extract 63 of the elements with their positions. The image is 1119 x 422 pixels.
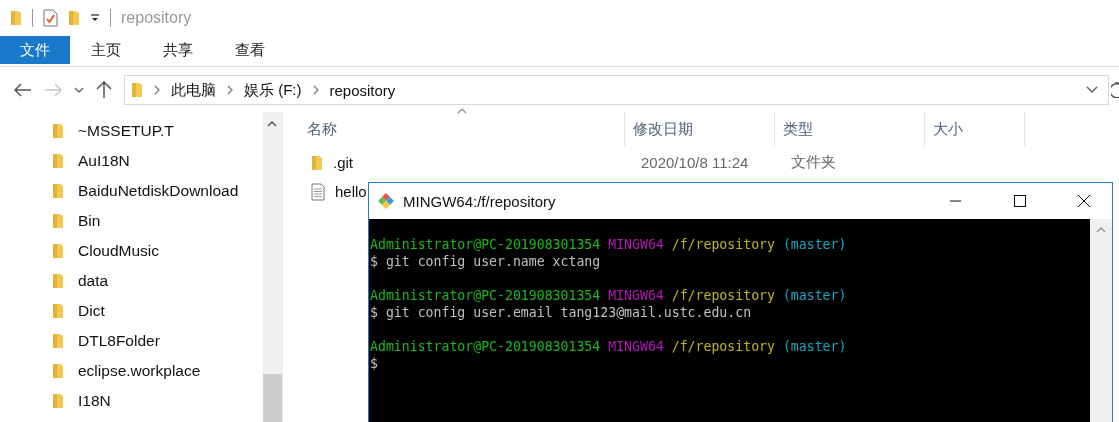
sidebar-item[interactable]: I18N — [0, 386, 263, 416]
folder-icon — [52, 153, 64, 169]
scrollbar[interactable] — [263, 112, 282, 422]
prompt-line: Administrator@PC-201908301354 MINGW64 /f/repository (master) — [370, 236, 848, 253]
column-header[interactable]: 名称 — [299, 112, 625, 146]
folder-icon — [131, 82, 143, 98]
scrollbar-thumb[interactable] — [263, 374, 282, 422]
folder-icon — [311, 154, 323, 171]
folder-icon — [52, 123, 64, 139]
sidebar-item[interactable]: Dict — [0, 296, 263, 326]
sidebar-item[interactable]: ~MSSETUP.T — [0, 116, 263, 146]
git-logo-icon — [377, 192, 395, 210]
close-icon[interactable] — [1078, 195, 1090, 207]
command-line: $ git config user.email tang123@mail.ustc.edu.cn — [370, 304, 753, 321]
folder-icon — [52, 303, 64, 319]
folder-icon — [52, 333, 64, 349]
prompt-line: Administrator@PC-201908301354 MINGW64 /f/repository (master) — [370, 338, 848, 355]
file-name[interactable]: hello — [335, 183, 367, 200]
window-title: repository — [121, 9, 192, 27]
sidebar-item[interactable]: AuI18N — [0, 146, 263, 176]
address-bar[interactable]: 此电脑 娱乐 (F:) repository — [124, 75, 1109, 105]
ribbon-tab[interactable]: 共享 — [142, 36, 214, 64]
sidebar-item[interactable]: eclipse.workplace — [0, 356, 263, 386]
terminal-title: MINGW64:/f/repository — [403, 192, 556, 210]
prompt-line: Administrator@PC-201908301354 MINGW64 /f/repository (master) — [370, 287, 848, 304]
command-line: $ git config user.name xctang — [370, 253, 602, 270]
folder-icon — [52, 213, 64, 229]
chevron-right-icon — [227, 85, 233, 95]
maximize-icon[interactable] — [1014, 195, 1026, 207]
sidebar-item[interactable]: DTL8Folder — [0, 326, 263, 356]
up-arrow-icon[interactable] — [96, 81, 112, 99]
scroll-up-icon[interactable] — [267, 121, 277, 127]
chevron-down-icon[interactable] — [1086, 86, 1098, 94]
ribbon-tab[interactable]: 主页 — [70, 36, 142, 64]
column-header[interactable]: 修改日期 — [625, 112, 775, 146]
dropdown-icon[interactable] — [90, 13, 100, 23]
document-icon — [311, 182, 325, 201]
ribbon-tab[interactable]: 查看 — [214, 36, 286, 64]
command-line: $ — [370, 355, 379, 372]
folder-icon — [52, 363, 64, 379]
sidebar-item[interactable]: BaiduNetdiskDownload — [0, 176, 263, 206]
checklist-icon[interactable] — [43, 9, 58, 27]
folder-icon — [52, 393, 64, 409]
file-name[interactable]: .git — [333, 154, 353, 171]
chevron-down-icon[interactable] — [74, 86, 84, 94]
ribbon-tab[interactable]: 文件 — [0, 36, 70, 64]
sidebar-item[interactable]: data — [0, 266, 263, 296]
file-type: 文件夹 — [790, 153, 837, 172]
sidebar-item[interactable]: Bin — [0, 206, 263, 236]
chevron-right-icon — [312, 85, 319, 95]
breadcrumb[interactable]: 此电脑 — [171, 80, 216, 100]
scrollbar[interactable] — [1090, 219, 1112, 422]
sidebar-item[interactable]: CloudMusic — [0, 236, 263, 266]
breadcrumb[interactable]: repository — [329, 81, 396, 99]
column-header[interactable]: 类型 — [775, 112, 925, 146]
modified-date: 2020/10/8 11:24 — [640, 154, 750, 171]
breadcrumb[interactable]: 娱乐 (F:) — [244, 80, 302, 100]
folder-icon — [52, 183, 64, 199]
chevron-right-icon — [154, 85, 160, 95]
folder-icon — [52, 243, 64, 259]
column-header[interactable]: 大小 — [925, 112, 1025, 146]
folder-icon — [52, 273, 64, 289]
back-icon[interactable] — [14, 83, 32, 97]
